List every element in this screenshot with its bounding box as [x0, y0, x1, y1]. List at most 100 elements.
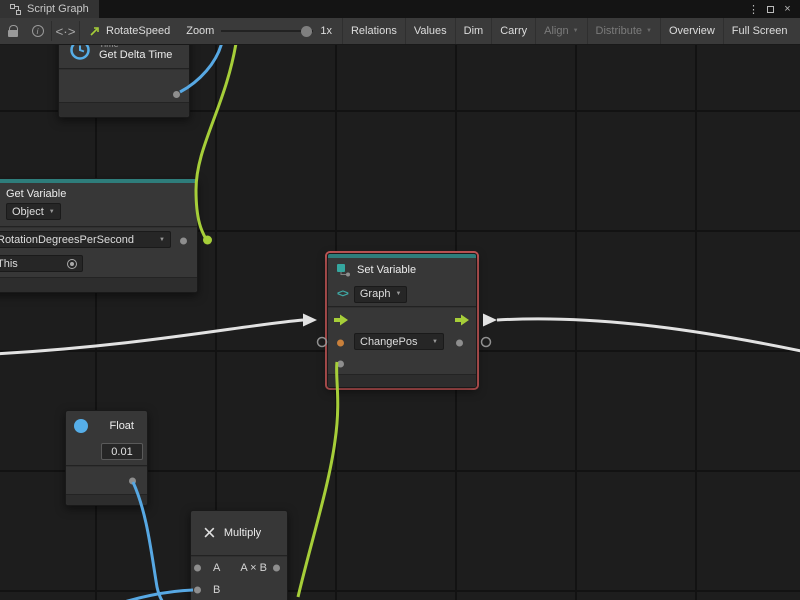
- lock-glyph: [8, 30, 18, 37]
- variable-name-row: RotationDegreesPerSecond ▼: [0, 228, 197, 253]
- full-screen-label: Full Screen: [732, 25, 788, 37]
- zoom-handle[interactable]: [301, 26, 312, 37]
- node-set-variable[interactable]: Set Variable <> Graph ▼ C: [327, 253, 477, 388]
- value-input-port[interactable]: [337, 340, 344, 347]
- node-header: Float: [66, 411, 147, 441]
- graph-canvas[interactable]: Time Get Delta Time Get Variable Object …: [0, 45, 800, 600]
- caret-down-icon: ▼: [49, 209, 55, 215]
- flow-output-port[interactable]: [455, 315, 470, 326]
- dim-label: Dim: [464, 25, 484, 37]
- code-icon: <>: [337, 288, 348, 300]
- flow-input-port[interactable]: [334, 315, 349, 326]
- output-label: A × B: [240, 562, 267, 574]
- titlebar: Script Graph ⋮ ×: [0, 0, 800, 18]
- variable-target-row: This: [0, 253, 197, 277]
- value-wire-green-bottom[interactable]: [298, 362, 338, 597]
- node-title: Set Variable: [357, 264, 416, 276]
- variable-icon: [336, 263, 351, 277]
- value-output-port[interactable]: [456, 340, 463, 347]
- variable-scope-dropdown[interactable]: Graph ▼: [354, 286, 408, 303]
- zoom-control: Zoom 1x: [178, 18, 340, 44]
- variable-name-row: ChangePos ▼: [328, 332, 476, 354]
- variable-scope-value: Object: [12, 206, 44, 218]
- full-screen-button[interactable]: Full Screen: [723, 18, 796, 44]
- node-header: Set Variable: [328, 258, 476, 282]
- close-icon[interactable]: ×: [779, 1, 796, 17]
- window-controls: ⋮ ×: [745, 0, 800, 18]
- node-get-delta-time[interactable]: Time Get Delta Time: [58, 45, 190, 118]
- distribute-button[interactable]: Distribute ▼: [587, 18, 660, 44]
- target-icon: [67, 259, 77, 269]
- input-port-b[interactable]: [194, 587, 201, 594]
- flow-ports-row: [328, 308, 476, 332]
- output-port[interactable]: [273, 565, 280, 572]
- float-value-input[interactable]: 0.01: [101, 443, 143, 460]
- zoom-label: Zoom: [186, 25, 214, 37]
- value-wire-green-top[interactable]: [196, 45, 237, 239]
- graph-tab-icon: [10, 4, 21, 15]
- variable-target-field[interactable]: This: [0, 255, 83, 272]
- overview-label: Overview: [669, 25, 715, 37]
- tab-script-graph[interactable]: Script Graph: [0, 0, 99, 18]
- node-title: Get Variable: [6, 188, 189, 200]
- variable-name-dropdown[interactable]: ChangePos ▼: [354, 333, 444, 350]
- tab-label: Script Graph: [27, 3, 89, 15]
- zoom-value: 1x: [320, 25, 332, 37]
- node-title: Get Delta Time: [99, 49, 172, 61]
- input-port-a[interactable]: [194, 565, 201, 572]
- flow-wire-in[interactable]: [0, 320, 303, 354]
- graph-toolbar: i <·> RotateSpeed Zoom 1x Relations Valu…: [0, 18, 800, 45]
- variable-scope-dropdown[interactable]: Object ▼: [6, 203, 61, 220]
- value-field-row: 0.01: [66, 441, 147, 465]
- script-graph-window: Script Graph ⋮ × i <·> RotateSpeed Zoom …: [0, 0, 800, 600]
- maximize-glyph: [767, 6, 774, 13]
- flow-arrowhead-out: [483, 314, 497, 327]
- node-multiply[interactable]: × Multiply A A × B B: [190, 510, 288, 600]
- output-port[interactable]: [173, 91, 180, 98]
- node-footer: [66, 494, 147, 505]
- relations-button[interactable]: Relations: [342, 18, 405, 44]
- node-body: [66, 467, 147, 494]
- maximize-icon[interactable]: [762, 1, 779, 17]
- caret-down-icon: ▼: [432, 339, 438, 345]
- info-glyph: i: [32, 25, 44, 37]
- menu-kebab-icon[interactable]: ⋮: [745, 1, 762, 17]
- unconnected-port-right[interactable]: [482, 338, 491, 347]
- variable-name-value: ChangePos: [360, 336, 418, 348]
- breadcrumb[interactable]: RotateSpeed: [81, 18, 178, 44]
- extra-port-row: [328, 354, 476, 374]
- node-title: Float: [110, 420, 134, 432]
- value-input-port[interactable]: [337, 361, 344, 368]
- zoom-slider[interactable]: [221, 24, 313, 38]
- node-title: Multiply: [224, 527, 261, 539]
- relations-label: Relations: [351, 25, 397, 37]
- dim-button[interactable]: Dim: [455, 18, 492, 44]
- caret-down-icon: ▼: [573, 28, 579, 34]
- node-get-variable[interactable]: Get Variable Object ▼ RotationDegreesPer…: [0, 178, 198, 293]
- flow-wire-out[interactable]: [497, 319, 800, 352]
- code-view-icon[interactable]: <·>: [53, 18, 78, 44]
- lock-icon[interactable]: [0, 18, 25, 44]
- clock-icon: [69, 45, 91, 61]
- align-button[interactable]: Align▼: [535, 18, 586, 44]
- overview-button[interactable]: Overview: [660, 18, 723, 44]
- separator: [51, 21, 52, 41]
- caret-down-icon: ▼: [646, 28, 652, 34]
- carry-button[interactable]: Carry: [491, 18, 535, 44]
- value-output-port[interactable]: [129, 477, 136, 484]
- values-button[interactable]: Values: [405, 18, 455, 44]
- node-header: × Multiply: [191, 511, 287, 555]
- node-float[interactable]: Float 0.01: [65, 410, 148, 506]
- distribute-label: Distribute: [596, 25, 642, 37]
- toolbar-buttons: Relations Values Dim Carry Align▼ Distri…: [342, 18, 795, 44]
- variable-target-value: This: [0, 258, 18, 270]
- flow-arrowhead-in: [303, 314, 317, 327]
- node-footer: [0, 277, 197, 292]
- value-wire-blue-bottom[interactable]: [112, 590, 193, 600]
- values-label: Values: [414, 25, 447, 37]
- value-output-port[interactable]: [180, 237, 187, 244]
- separator: [79, 21, 80, 41]
- info-icon[interactable]: i: [25, 18, 50, 44]
- port-row-b: B: [191, 579, 287, 600]
- variable-name-dropdown[interactable]: RotationDegreesPerSecond ▼: [0, 231, 171, 248]
